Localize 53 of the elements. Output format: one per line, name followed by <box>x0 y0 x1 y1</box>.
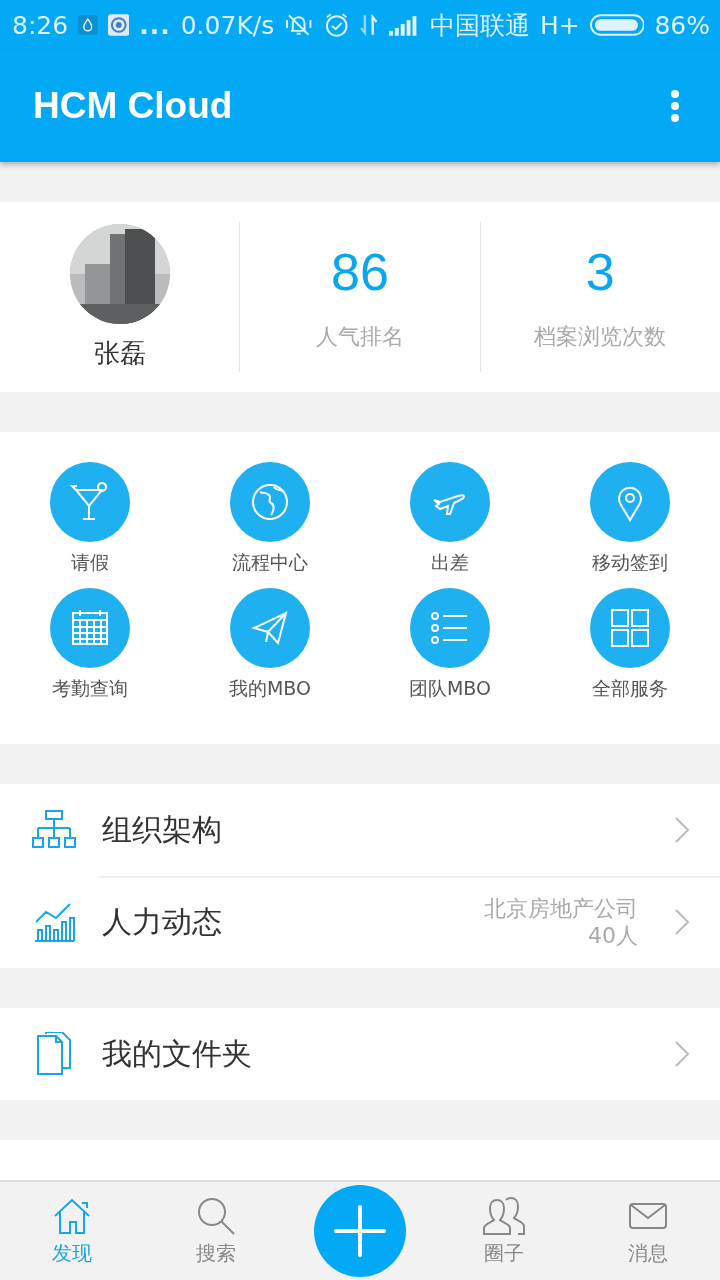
menu-row[interactable]: 人力动态 北京房地产公司 40人 <box>0 876 720 968</box>
battery-percent: 86% <box>654 10 710 40</box>
nav-tab[interactable]: 消息 <box>576 1182 720 1280</box>
plus-icon <box>332 1203 388 1259</box>
menu-label: 我的文件夹 <box>102 1034 253 1073</box>
nav-tab[interactable]: 圈子 <box>432 1182 576 1280</box>
network-type: H+ <box>539 10 580 40</box>
bar-chart-icon <box>32 900 76 944</box>
more-notifications: ... <box>139 10 171 40</box>
service-label: 请假 <box>71 550 109 575</box>
alarm-icon <box>323 12 349 38</box>
chevron-right-icon <box>674 908 690 936</box>
people-icon <box>482 1195 526 1236</box>
grid-icon[interactable] <box>590 588 670 668</box>
row-detail: 北京房地产公司 <box>484 894 638 922</box>
user-name: 张磊 <box>93 336 146 370</box>
chevron-right-icon <box>674 1040 690 1068</box>
app-icon <box>107 14 130 36</box>
muted-bell-icon <box>284 12 314 38</box>
status-time: 8:26 <box>12 10 69 40</box>
list-icon[interactable] <box>410 588 490 668</box>
stat-label: 档案浏览次数 <box>534 323 667 351</box>
network-speed: 0.07K/s <box>180 10 275 40</box>
airplane-icon[interactable] <box>410 462 490 542</box>
service-label: 团队MBO <box>408 676 492 701</box>
more-menu-button[interactable] <box>670 89 680 123</box>
paper-plane-icon[interactable] <box>230 588 310 668</box>
calendar-icon[interactable] <box>50 588 130 668</box>
menu-row[interactable]: 我的文件夹 <box>0 1008 720 1100</box>
app-title: HCM Cloud <box>33 85 233 127</box>
menu-row[interactable]: 组织架构 <box>0 784 720 876</box>
menu-label: 组织架构 <box>102 810 223 849</box>
stat-label: 人气排名 <box>316 323 404 351</box>
menu-label: 人力动态 <box>102 902 223 941</box>
nav-tab[interactable]: 搜索 <box>144 1182 288 1280</box>
search-icon <box>196 1195 236 1236</box>
service-label: 我的MBO <box>228 676 312 701</box>
carrier-name: 中国联通 <box>429 9 530 42</box>
row-detail: 40人 <box>588 922 638 950</box>
service-label: 出差 <box>431 550 469 575</box>
service-label: 考勤查询 <box>52 676 128 701</box>
drop-icon <box>78 15 98 35</box>
service-label: 流程中心 <box>232 550 308 575</box>
battery-icon <box>589 14 645 36</box>
stat-value: 3 <box>585 242 615 302</box>
nav-tab[interactable]: 发现 <box>0 1182 144 1280</box>
globe-icon[interactable] <box>230 462 310 542</box>
cocktail-icon[interactable] <box>50 462 130 542</box>
location-pin-icon[interactable] <box>590 462 670 542</box>
chevron-right-icon <box>674 816 690 844</box>
stat-value: 86 <box>331 242 389 302</box>
service-label: 全部服务 <box>592 676 668 701</box>
service-label: 移动签到 <box>592 550 668 575</box>
